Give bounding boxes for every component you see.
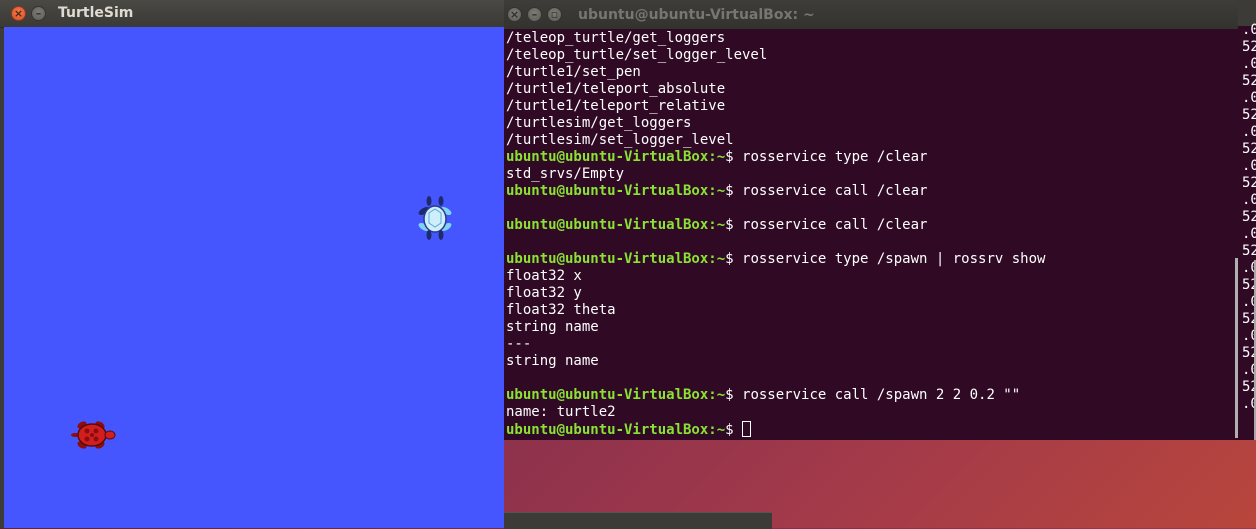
background-output-line: 52. bbox=[1242, 141, 1256, 157]
command-text: $ bbox=[725, 422, 743, 438]
shell-prompt: ubuntu@ubuntu-VirtualBox:~ bbox=[506, 149, 726, 165]
minimize-terminal-button[interactable]: – bbox=[527, 7, 542, 22]
background-output-line: .00 bbox=[1242, 22, 1256, 38]
command-text: $ rosservice type /clear bbox=[725, 149, 928, 165]
turtlesim-titlebar[interactable]: × – TurtleSim bbox=[0, 0, 504, 28]
output-text: string name bbox=[506, 353, 599, 369]
close-icon: × bbox=[509, 8, 520, 21]
background-output-line: 52. bbox=[1242, 209, 1256, 225]
minimize-icon: – bbox=[35, 7, 42, 20]
bottom-window-edge bbox=[504, 512, 772, 529]
maximize-icon: ▫ bbox=[550, 8, 559, 21]
maximize-terminal-button[interactable]: ▫ bbox=[547, 7, 562, 22]
terminal-command-line: ubuntu@ubuntu-VirtualBox:~$ rosservice c… bbox=[506, 183, 1238, 200]
text-cursor bbox=[742, 421, 752, 437]
background-output-line: .00 bbox=[1242, 226, 1256, 242]
terminal-output-line: /teleop_turtle/set_logger_level bbox=[506, 47, 1238, 64]
window-title: TurtleSim bbox=[58, 5, 134, 21]
terminal-output-line: /turtle1/set_pen bbox=[506, 64, 1238, 81]
terminal-output-line: /turtlesim/set_logger_level bbox=[506, 132, 1238, 149]
background-output-line: 52. bbox=[1242, 39, 1256, 55]
output-text: float32 x bbox=[506, 268, 582, 284]
output-text: /teleop_turtle/get_loggers bbox=[506, 30, 726, 46]
output-text: name: turtle2 bbox=[506, 404, 616, 420]
shell-prompt: ubuntu@ubuntu-VirtualBox:~ bbox=[506, 422, 726, 438]
output-text: /turtlesim/get_loggers bbox=[506, 115, 692, 131]
background-output-line: .00 bbox=[1242, 158, 1256, 174]
terminal-output-line: /turtle1/teleport_relative bbox=[506, 98, 1238, 115]
output-text: float32 y bbox=[506, 285, 582, 301]
terminal-output-line: /turtlesim/get_loggers bbox=[506, 115, 1238, 132]
command-text: $ rosservice call /clear bbox=[725, 183, 928, 199]
shell-prompt: ubuntu@ubuntu-VirtualBox:~ bbox=[506, 183, 726, 199]
terminal-command-line: ubuntu@ubuntu-VirtualBox:~$ rosservice t… bbox=[506, 149, 1238, 166]
output-text: /turtle1/teleport_absolute bbox=[506, 81, 726, 97]
output-text: /teleop_turtle/set_logger_level bbox=[506, 47, 768, 63]
terminal-output-line: string name bbox=[506, 319, 1238, 336]
terminal-output-line: /turtle1/teleport_absolute bbox=[506, 81, 1238, 98]
terminal-output-line: string name bbox=[506, 353, 1238, 370]
close-terminal-button[interactable]: × bbox=[507, 7, 522, 22]
turtle2-icon bbox=[71, 421, 116, 449]
background-output-line: 52. bbox=[1242, 107, 1256, 123]
shell-prompt: ubuntu@ubuntu-VirtualBox:~ bbox=[506, 387, 726, 403]
terminal-titlebar[interactable]: × – ▫ ubuntu@ubuntu-VirtualBox: ~ bbox=[504, 0, 1238, 29]
background-output-line: .00 bbox=[1242, 56, 1256, 72]
minimize-window-button[interactable]: – bbox=[31, 6, 46, 21]
output-text: std_srvs/Empty bbox=[506, 166, 625, 182]
terminal-output-line: name: turtle2 bbox=[506, 404, 1238, 421]
output-text: float32 theta bbox=[506, 302, 616, 318]
terminal-command-line: ubuntu@ubuntu-VirtualBox:~$ rosservice c… bbox=[506, 387, 1238, 404]
output-text: string name bbox=[506, 319, 599, 335]
close-icon: × bbox=[13, 7, 24, 20]
terminal-output-line: float32 x bbox=[506, 268, 1238, 285]
command-text: $ rosservice type /spawn | rossrv show bbox=[725, 251, 1046, 267]
turtlesim-canvas bbox=[4, 27, 504, 528]
terminal-command-line: ubuntu@ubuntu-VirtualBox:~$ bbox=[506, 421, 1238, 438]
shell-prompt: ubuntu@ubuntu-VirtualBox:~ bbox=[506, 217, 726, 233]
close-window-button[interactable]: × bbox=[11, 6, 26, 21]
terminal-output-line: /teleop_turtle/get_loggers bbox=[506, 30, 1238, 47]
background-output-line: .00 bbox=[1242, 90, 1256, 106]
terminal-window[interactable]: × – ▫ ubuntu@ubuntu-VirtualBox: ~ /teleo… bbox=[504, 0, 1238, 440]
output-text: --- bbox=[506, 336, 532, 352]
terminal-title: ubuntu@ubuntu-VirtualBox: ~ bbox=[578, 7, 815, 23]
background-output-line: .00 bbox=[1242, 192, 1256, 208]
terminal-command-line: ubuntu@ubuntu-VirtualBox:~$ rosservice c… bbox=[506, 217, 1238, 234]
background-output-line: 52. bbox=[1242, 73, 1256, 89]
terminal-output-line: --- bbox=[506, 336, 1238, 353]
minimize-icon: – bbox=[531, 8, 538, 21]
output-text: /turtlesim/set_logger_level bbox=[506, 132, 734, 148]
background-output-line: 52. bbox=[1242, 175, 1256, 191]
turtlesim-window[interactable]: × – TurtleSim bbox=[0, 0, 504, 528]
output-text: /turtle1/set_pen bbox=[506, 64, 641, 80]
command-text: $ rosservice call /clear bbox=[725, 217, 928, 233]
command-text: $ rosservice call /spawn 2 2 0.2 "" bbox=[725, 387, 1021, 403]
output-text: /turtle1/teleport_relative bbox=[506, 98, 726, 114]
turtle1-icon bbox=[418, 196, 452, 240]
terminal-output-line: std_srvs/Empty bbox=[506, 166, 1238, 183]
background-output-line: 52. bbox=[1242, 243, 1256, 259]
shell-prompt: ubuntu@ubuntu-VirtualBox:~ bbox=[506, 251, 726, 267]
terminal-output-line: float32 y bbox=[506, 285, 1238, 302]
terminal-scrollbar[interactable] bbox=[1235, 258, 1238, 438]
terminal-output[interactable]: /teleop_turtle/get_loggers/teleop_turtle… bbox=[506, 30, 1238, 438]
background-output-line: .00 bbox=[1242, 124, 1256, 140]
terminal-command-line: ubuntu@ubuntu-VirtualBox:~$ rosservice t… bbox=[506, 251, 1238, 268]
terminal-output-line: float32 theta bbox=[506, 302, 1238, 319]
